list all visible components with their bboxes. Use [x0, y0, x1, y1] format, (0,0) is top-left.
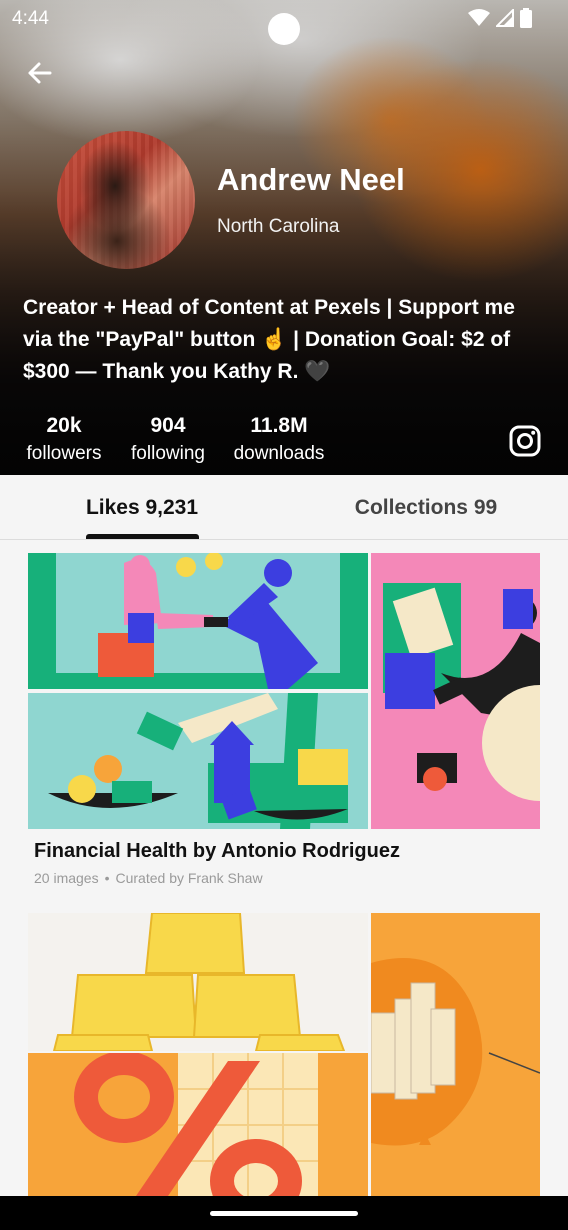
instagram-button[interactable]	[509, 425, 541, 457]
collection-mosaic[interactable]	[28, 913, 540, 1196]
camera-cutout	[268, 13, 300, 45]
stat-downloads: 11.8M downloads	[230, 414, 328, 465]
collection-curator[interactable]: Curated by Frank Shaw	[116, 870, 263, 886]
stat-label: followers	[26, 443, 102, 464]
status-bar: 4:44	[0, 0, 568, 45]
collection-image[interactable]	[371, 913, 540, 1196]
stat-label: downloads	[233, 443, 325, 464]
stat-value: 20k	[46, 414, 82, 437]
tab-collections[interactable]: Collections 99	[284, 475, 568, 540]
status-time: 4:44	[12, 8, 49, 29]
instagram-icon	[509, 425, 541, 457]
collection-meta: 20 images • Curated by Frank Shaw	[34, 870, 540, 886]
collection-count: 20 images	[34, 870, 99, 886]
active-tab-indicator	[86, 534, 199, 539]
stat-value: 11.8M	[250, 414, 308, 437]
back-button[interactable]	[22, 56, 56, 90]
collection-mosaic[interactable]	[28, 553, 540, 829]
signal-icon	[496, 9, 514, 27]
profile-location: North Carolina	[217, 216, 340, 237]
wifi-icon	[468, 9, 490, 26]
back-arrow-icon	[28, 62, 52, 84]
stat-followers[interactable]: 20k followers	[22, 414, 106, 465]
avatar	[57, 131, 195, 269]
collection-image[interactable]	[28, 693, 368, 829]
stat-label: following	[131, 443, 205, 464]
battery-icon	[520, 8, 532, 28]
profile-tabs: Likes 9,231 Collections 99	[0, 475, 568, 540]
collection-image[interactable]	[28, 913, 368, 1051]
status-icons	[468, 8, 532, 28]
collection-card[interactable]: Financial Health by Antonio Rodriguez 20…	[28, 553, 540, 886]
collection-image[interactable]	[28, 1053, 368, 1196]
profile-name: Andrew Neel	[217, 162, 405, 197]
home-indicator[interactable]	[210, 1211, 358, 1216]
stat-value: 904	[150, 414, 186, 437]
profile-bio: Creator + Head of Content at Pexels | Su…	[23, 296, 515, 383]
stat-following[interactable]: 904 following	[126, 414, 210, 465]
tab-likes[interactable]: Likes 9,231	[0, 475, 284, 540]
collection-image[interactable]	[371, 553, 540, 829]
collection-image[interactable]	[28, 553, 368, 689]
collection-card[interactable]	[28, 913, 540, 1196]
collection-title[interactable]: Financial Health by Antonio Rodriguez	[34, 840, 540, 863]
meta-separator: •	[104, 870, 110, 886]
